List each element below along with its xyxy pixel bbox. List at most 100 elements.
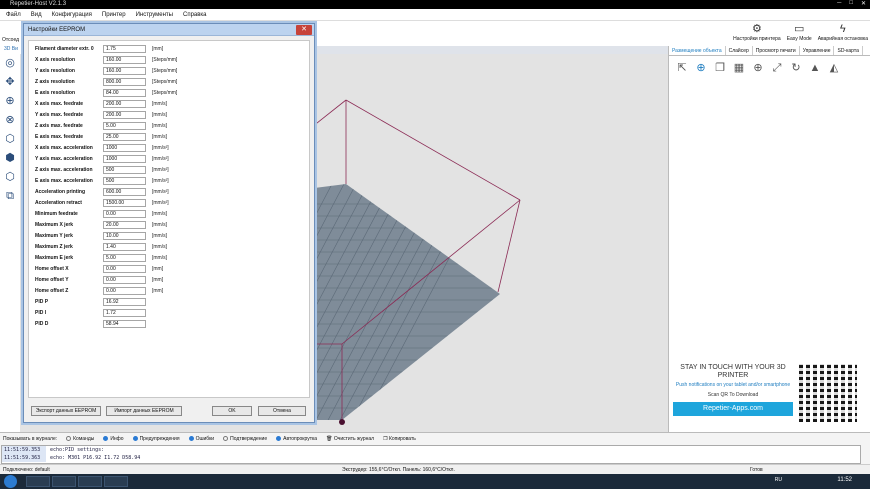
language-indicator[interactable]: RU: [775, 477, 782, 483]
autoplace-icon[interactable]: ▦: [732, 61, 746, 75]
log-filter-errors[interactable]: Ошибки: [188, 436, 214, 442]
tab-print-preview[interactable]: Просмотр печати: [753, 46, 800, 55]
radio-icon: [103, 436, 109, 441]
tab-slicer[interactable]: Слайсер: [726, 46, 753, 55]
easy-mode-icon: ▭: [793, 23, 805, 35]
eeprom-value-input[interactable]: 58.94: [103, 320, 146, 328]
log-filter-warnings[interactable]: Предупреждения: [132, 436, 180, 442]
top-view-icon[interactable]: ⬡: [3, 170, 17, 184]
eeprom-value-input[interactable]: 1.75: [103, 45, 146, 53]
eeprom-row: E axis max. feedrate 25.00 [mm/s]: [35, 133, 167, 141]
eeprom-value-input[interactable]: 1.72: [103, 309, 146, 317]
promo-qr-note: Scan QR To Download: [707, 392, 759, 398]
copy-log-button[interactable]: ❐ Копировать: [383, 436, 416, 442]
menu-printer[interactable]: Принтер: [102, 12, 126, 18]
eeprom-value-input[interactable]: 16.92: [103, 298, 146, 306]
eeprom-value-input[interactable]: 160.00: [103, 67, 146, 75]
rotate-view-icon[interactable]: ◎: [3, 56, 17, 70]
cut-icon[interactable]: ▲: [808, 61, 822, 75]
eeprom-unit: [mm]: [152, 288, 164, 294]
clear-log-button[interactable]: 🗑 Очистить журнал: [326, 436, 374, 442]
eeprom-value-input[interactable]: 1000: [103, 144, 146, 152]
eeprom-unit: [mm]: [152, 46, 164, 52]
log-filter-info[interactable]: Инфо: [103, 436, 124, 442]
import-eeprom-button[interactable]: Импорт данных EEPROM: [106, 406, 182, 416]
mirror-icon[interactable]: ◭: [827, 61, 841, 75]
front-view-icon[interactable]: ⬢: [3, 151, 17, 165]
eeprom-value-input[interactable]: 1000: [103, 155, 146, 163]
eeprom-value-input[interactable]: 5.00: [103, 254, 146, 262]
eeprom-unit: [mm]: [152, 277, 164, 283]
eeprom-value-input[interactable]: 160.00: [103, 56, 146, 64]
right-panel: Размещение объекта Слайсер Просмотр печа…: [668, 46, 870, 432]
eeprom-value-input[interactable]: 800.00: [103, 78, 146, 86]
eeprom-label: Acceleration printing: [35, 189, 86, 195]
eeprom-value-input[interactable]: 20.00: [103, 221, 146, 229]
move-view-icon[interactable]: ✥: [3, 75, 17, 89]
view-tools: ◎ ✥ ⊕ ⊗ ⬡ ⬢ ⬡ ⧉: [0, 54, 20, 432]
dialog-close-button[interactable]: ✕: [296, 25, 312, 35]
export-eeprom-button[interactable]: Экспорт данных EEPROM: [31, 406, 101, 416]
tab-object-placement[interactable]: Размещение объекта: [669, 46, 726, 55]
eeprom-value-input[interactable]: 0.00: [103, 287, 146, 295]
ok-button[interactable]: OK: [212, 406, 252, 416]
scale-icon[interactable]: ⤢: [770, 61, 784, 75]
eeprom-value-input[interactable]: 0.00: [103, 276, 146, 284]
iso-view-icon[interactable]: ⬡: [3, 132, 17, 146]
copy-icon[interactable]: ❐: [713, 61, 727, 75]
rotate-icon[interactable]: ↻: [789, 61, 803, 75]
start-button[interactable]: [4, 475, 17, 488]
eeprom-value-input[interactable]: 84.00: [103, 89, 146, 97]
taskbar-app[interactable]: [26, 476, 50, 487]
eeprom-value-input[interactable]: 10.00: [103, 232, 146, 240]
emergency-stop-button[interactable]: ϟ Аварийная остановка: [818, 21, 868, 42]
taskbar-app[interactable]: [78, 476, 102, 487]
eeprom-value-input[interactable]: 1.40: [103, 243, 146, 251]
eeprom-value-input[interactable]: 1500.00: [103, 199, 146, 207]
menu-help[interactable]: Справка: [183, 12, 207, 18]
eeprom-value-input[interactable]: 500: [103, 177, 146, 185]
menu-config[interactable]: Конфигурация: [52, 12, 92, 18]
window-title: Repetier-Host V2.1.3: [10, 1, 67, 7]
menu-tools[interactable]: Инструменты: [136, 12, 173, 18]
eeprom-value-input[interactable]: 0.00: [103, 210, 146, 218]
log-filter-commands[interactable]: Команды: [66, 436, 94, 442]
eeprom-value-input[interactable]: 25.00: [103, 133, 146, 141]
eeprom-row: Home offset Y 0.00 [mm]: [35, 276, 163, 284]
taskbar-app[interactable]: [52, 476, 76, 487]
tab-manual-control[interactable]: Управление: [800, 46, 835, 55]
easy-mode-button[interactable]: ▭ Easy Mode: [787, 21, 812, 42]
log-area[interactable]: 11:51:59.353 echo:PID settings: 11:51:59…: [1, 445, 861, 464]
zoom-icon[interactable]: ⊕: [3, 94, 17, 108]
eeprom-value-input[interactable]: 600.00: [103, 188, 146, 196]
side-view-icon[interactable]: ⧉: [3, 189, 17, 203]
eeprom-unit: [Steps/mm]: [152, 57, 178, 63]
log-filter-autoscroll[interactable]: Автопрокрутка: [276, 436, 317, 442]
menu-file[interactable]: Файл: [6, 12, 21, 18]
eeprom-label: Acceleration retract: [35, 200, 82, 206]
eeprom-unit: [mm/s²]: [152, 167, 169, 173]
cancel-button[interactable]: Отмена: [258, 406, 306, 416]
tab-sd-card[interactable]: SD-карта: [834, 46, 863, 55]
log-line: 11:51:59.353 echo:PID settings:: [2, 446, 860, 454]
repetier-apps-button[interactable]: Repetier-Apps.com: [673, 402, 793, 416]
eeprom-value-input[interactable]: 5.00: [103, 122, 146, 130]
menu-view[interactable]: Вид: [31, 12, 42, 18]
maximize-button[interactable]: □: [849, 0, 853, 7]
minimize-button[interactable]: ─: [837, 0, 841, 7]
log-filter-ack[interactable]: Подтверждение: [223, 436, 267, 442]
tab-3d-view[interactable]: 3D Ви: [0, 46, 22, 54]
printer-settings-button[interactable]: ⚙ Настройки принтера: [733, 21, 781, 42]
eeprom-value-input[interactable]: 500: [103, 166, 146, 174]
eeprom-value-input[interactable]: 200.00: [103, 111, 146, 119]
export-icon[interactable]: ⇱: [675, 61, 689, 75]
eeprom-value-input[interactable]: 200.00: [103, 100, 146, 108]
close-window-button[interactable]: ✕: [861, 0, 866, 7]
connect-button-label[interactable]: Отсоед: [2, 37, 19, 43]
add-object-icon[interactable]: ⊕: [694, 61, 708, 75]
eeprom-value-input[interactable]: 0.00: [103, 265, 146, 273]
fit-view-icon[interactable]: ⊗: [3, 113, 17, 127]
eeprom-label: Filament diameter extr. 0: [35, 46, 94, 52]
taskbar-app[interactable]: [104, 476, 128, 487]
center-icon[interactable]: ⊕: [751, 61, 765, 75]
